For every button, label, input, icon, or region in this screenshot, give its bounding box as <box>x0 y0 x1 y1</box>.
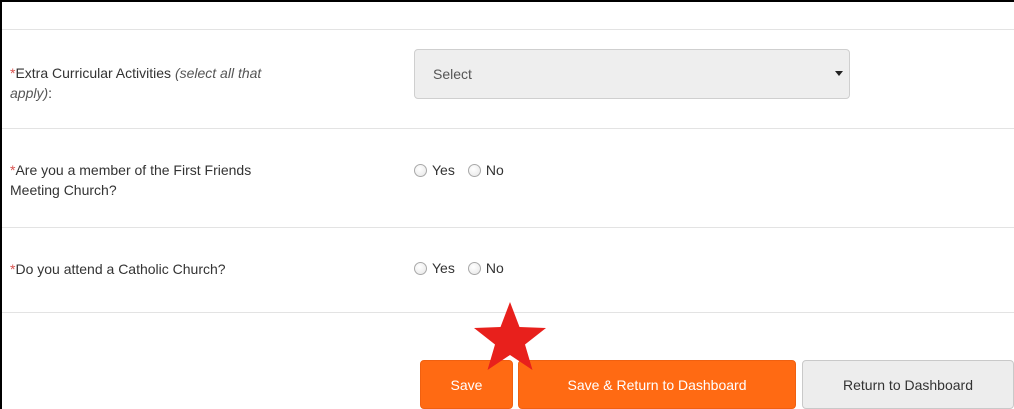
friends-church-yes-option[interactable]: Yes <box>414 162 455 178</box>
catholic-church-label-text: Do you attend a Catholic Church? <box>15 261 226 277</box>
star-icon <box>474 302 546 370</box>
extracurricular-hint-cont: apply) <box>10 85 49 101</box>
option-label: Yes <box>432 162 455 178</box>
friends-church-label-line1: Are you a member of the First Friends <box>15 162 252 178</box>
friends-church-yes-radio[interactable] <box>414 163 427 177</box>
catholic-church-label: *Do you attend a Catholic Church? <box>10 259 370 279</box>
friends-church-label-line2: Meeting Church? <box>10 182 117 198</box>
return-to-dashboard-button[interactable]: Return to Dashboard <box>802 360 1014 409</box>
catholic-church-yes-radio[interactable] <box>414 261 427 275</box>
option-label: No <box>485 162 504 178</box>
extracurricular-label-text: Extra Curricular Activities <box>15 65 172 81</box>
friends-church-radio-group: Yes No <box>414 162 517 178</box>
catholic-church-yes-option[interactable]: Yes <box>414 260 455 276</box>
friends-church-no-radio[interactable] <box>467 163 481 177</box>
label-colon: : <box>48 85 53 101</box>
catholic-church-no-option[interactable]: No <box>467 260 504 276</box>
divider <box>2 29 1014 30</box>
divider <box>2 227 1014 228</box>
extracurricular-select[interactable]: Select <box>414 49 850 99</box>
caret-down-icon <box>835 71 843 76</box>
friends-church-label: *Are you a member of the First Friends M… <box>10 160 370 200</box>
option-label: No <box>485 260 504 276</box>
catholic-church-no-radio[interactable] <box>467 261 481 275</box>
friends-church-no-option[interactable]: No <box>467 162 504 178</box>
catholic-church-radio-group: Yes No <box>414 260 517 276</box>
save-and-return-button[interactable]: Save & Return to Dashboard <box>518 360 796 409</box>
extracurricular-hint: (select all that <box>174 65 262 81</box>
extracurricular-label: *Extra Curricular Activities (select all… <box>10 63 370 103</box>
option-label: Yes <box>432 260 455 276</box>
divider <box>2 128 1014 129</box>
select-value: Select <box>433 66 472 82</box>
